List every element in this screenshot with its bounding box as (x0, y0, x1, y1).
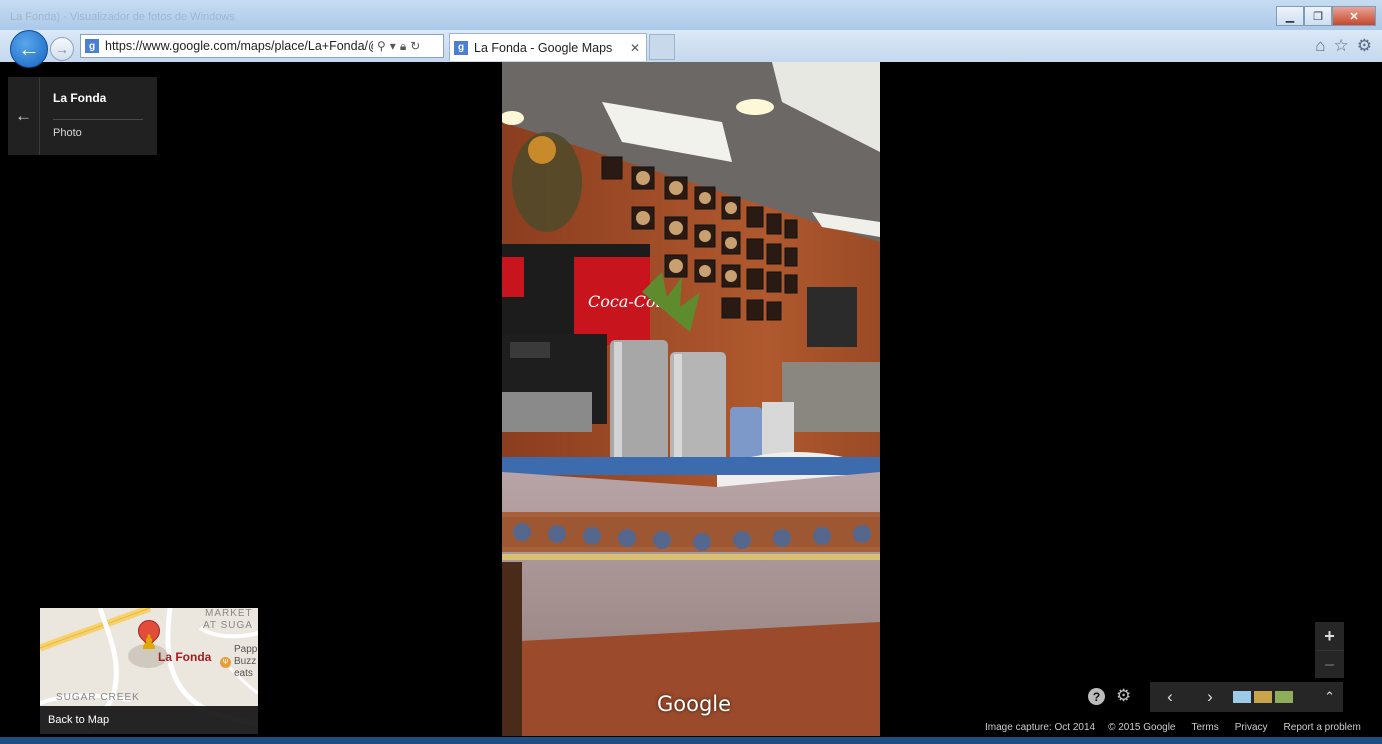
lock-icon[interactable]: 🔒︎ (400, 39, 406, 54)
back-arrow-icon: ← (15, 106, 32, 125)
minimap-area-label-1: MARKET (205, 608, 253, 619)
minimap[interactable]: MARKET AT SUGA SUGAR CREEK ♟ La Fonda Ψ … (40, 608, 258, 734)
tab-title: La Fonda - Google Maps (474, 40, 613, 55)
privacy-link[interactable]: Privacy (1235, 722, 1268, 733)
zoom-control: + − (1315, 622, 1344, 678)
zoom-in-button[interactable]: + (1315, 622, 1344, 650)
restore-icon: ❐ (1313, 10, 1323, 23)
minimap-place-label: La Fonda (158, 650, 212, 664)
browser-navbar: ← → g https://www.google.com/maps/place/… (0, 30, 1382, 68)
next-photo-button[interactable]: › (1190, 687, 1230, 707)
windows-taskbar (0, 737, 1382, 744)
image-capture-date: Image capture: Oct 2014 (985, 722, 1096, 733)
tab-google-maps[interactable]: g La Fonda - Google Maps ✕ (449, 33, 647, 61)
terms-link[interactable]: Terms (1192, 722, 1219, 733)
restaurant-photo-image: Coca-Cola (502, 62, 880, 736)
minimap-area-label-2: AT SUGA (203, 620, 253, 631)
tab-favicon-icon: g (454, 40, 468, 55)
restaurant-icon: Ψ (220, 657, 231, 668)
photo-filmstrip: ‹ › ⌃ (1150, 682, 1343, 712)
pegman-icon: ♟ (140, 632, 158, 654)
window-titlebar: La Fonda) - Visualizador de fotos de Win… (0, 0, 1382, 34)
favorites-star-icon[interactable]: ☆ (1334, 36, 1349, 56)
home-icon[interactable]: ⌂ (1315, 36, 1325, 56)
thumbnail-2[interactable] (1254, 691, 1272, 703)
settings-icon[interactable]: ⚙ (1116, 686, 1131, 706)
browser-forward-button[interactable]: → (50, 37, 74, 61)
thumbnail-1[interactable] (1233, 691, 1251, 703)
restore-button[interactable]: ❐ (1304, 6, 1332, 26)
report-problem-link[interactable]: Report a problem (1284, 722, 1361, 733)
address-bar[interactable]: g https://www.google.com/maps/place/La+F… (80, 34, 444, 58)
place-name[interactable]: La Fonda (53, 91, 143, 105)
browser-back-button[interactable]: ← (10, 30, 48, 68)
help-icon[interactable]: ? (1088, 688, 1105, 705)
minimize-icon: ▁ (1285, 10, 1295, 23)
close-button[interactable]: ✕ (1332, 6, 1376, 26)
place-photo[interactable]: Coca-Cola Google (502, 62, 880, 736)
place-media-type: Photo (53, 127, 82, 139)
place-back-button[interactable]: ← (8, 77, 40, 155)
forward-arrow-icon: → (55, 41, 69, 57)
close-icon: ✕ (1349, 10, 1359, 23)
new-tab-button[interactable] (649, 34, 675, 60)
refresh-icon[interactable]: ↻ (410, 39, 420, 53)
expand-filmstrip-icon[interactable]: ⌃ (1324, 689, 1335, 705)
back-arrow-icon: ← (18, 36, 40, 61)
place-card-body: La Fonda Photo (40, 77, 157, 155)
place-card: ← La Fonda Photo (8, 77, 157, 155)
address-url[interactable]: https://www.google.com/maps/place/La+Fon… (105, 39, 373, 53)
minimap-area-label-3: SUGAR CREEK (56, 692, 140, 703)
zoom-out-button[interactable]: − (1315, 650, 1344, 679)
google-favicon-icon: g (85, 39, 99, 53)
minimize-button[interactable]: ▁ (1276, 6, 1304, 26)
thumbnail-3[interactable] (1275, 691, 1293, 703)
back-to-map-button[interactable]: Back to Map (40, 706, 258, 734)
settings-gear-icon[interactable]: ⚙ (1357, 36, 1372, 56)
footer: Image capture: Oct 2014 © 2015 Google Te… (985, 722, 1361, 733)
google-watermark: Google (657, 692, 732, 716)
minimap-poi: Papp Buzz eats (234, 644, 257, 680)
browser-toolbar-right: ⌂ ☆ ⚙ (1315, 36, 1372, 56)
place-card-divider (53, 119, 143, 120)
window-controls: ▁ ❐ ✕ (1276, 6, 1376, 26)
copyright: © 2015 Google (1108, 722, 1176, 733)
minimap-poi-line-3: eats (234, 668, 253, 679)
minimap-poi-line-2: Buzz (234, 656, 257, 667)
minimap-poi-line-1: Papp (234, 644, 258, 655)
window-title: La Fonda) - Visualizador de fotos de Win… (10, 11, 235, 23)
tab-close-icon[interactable]: ✕ (630, 41, 640, 55)
prev-photo-button[interactable]: ‹ (1150, 687, 1190, 707)
search-icon[interactable]: ⚲ (377, 39, 386, 53)
dropdown-icon[interactable]: ▾ (390, 39, 396, 53)
